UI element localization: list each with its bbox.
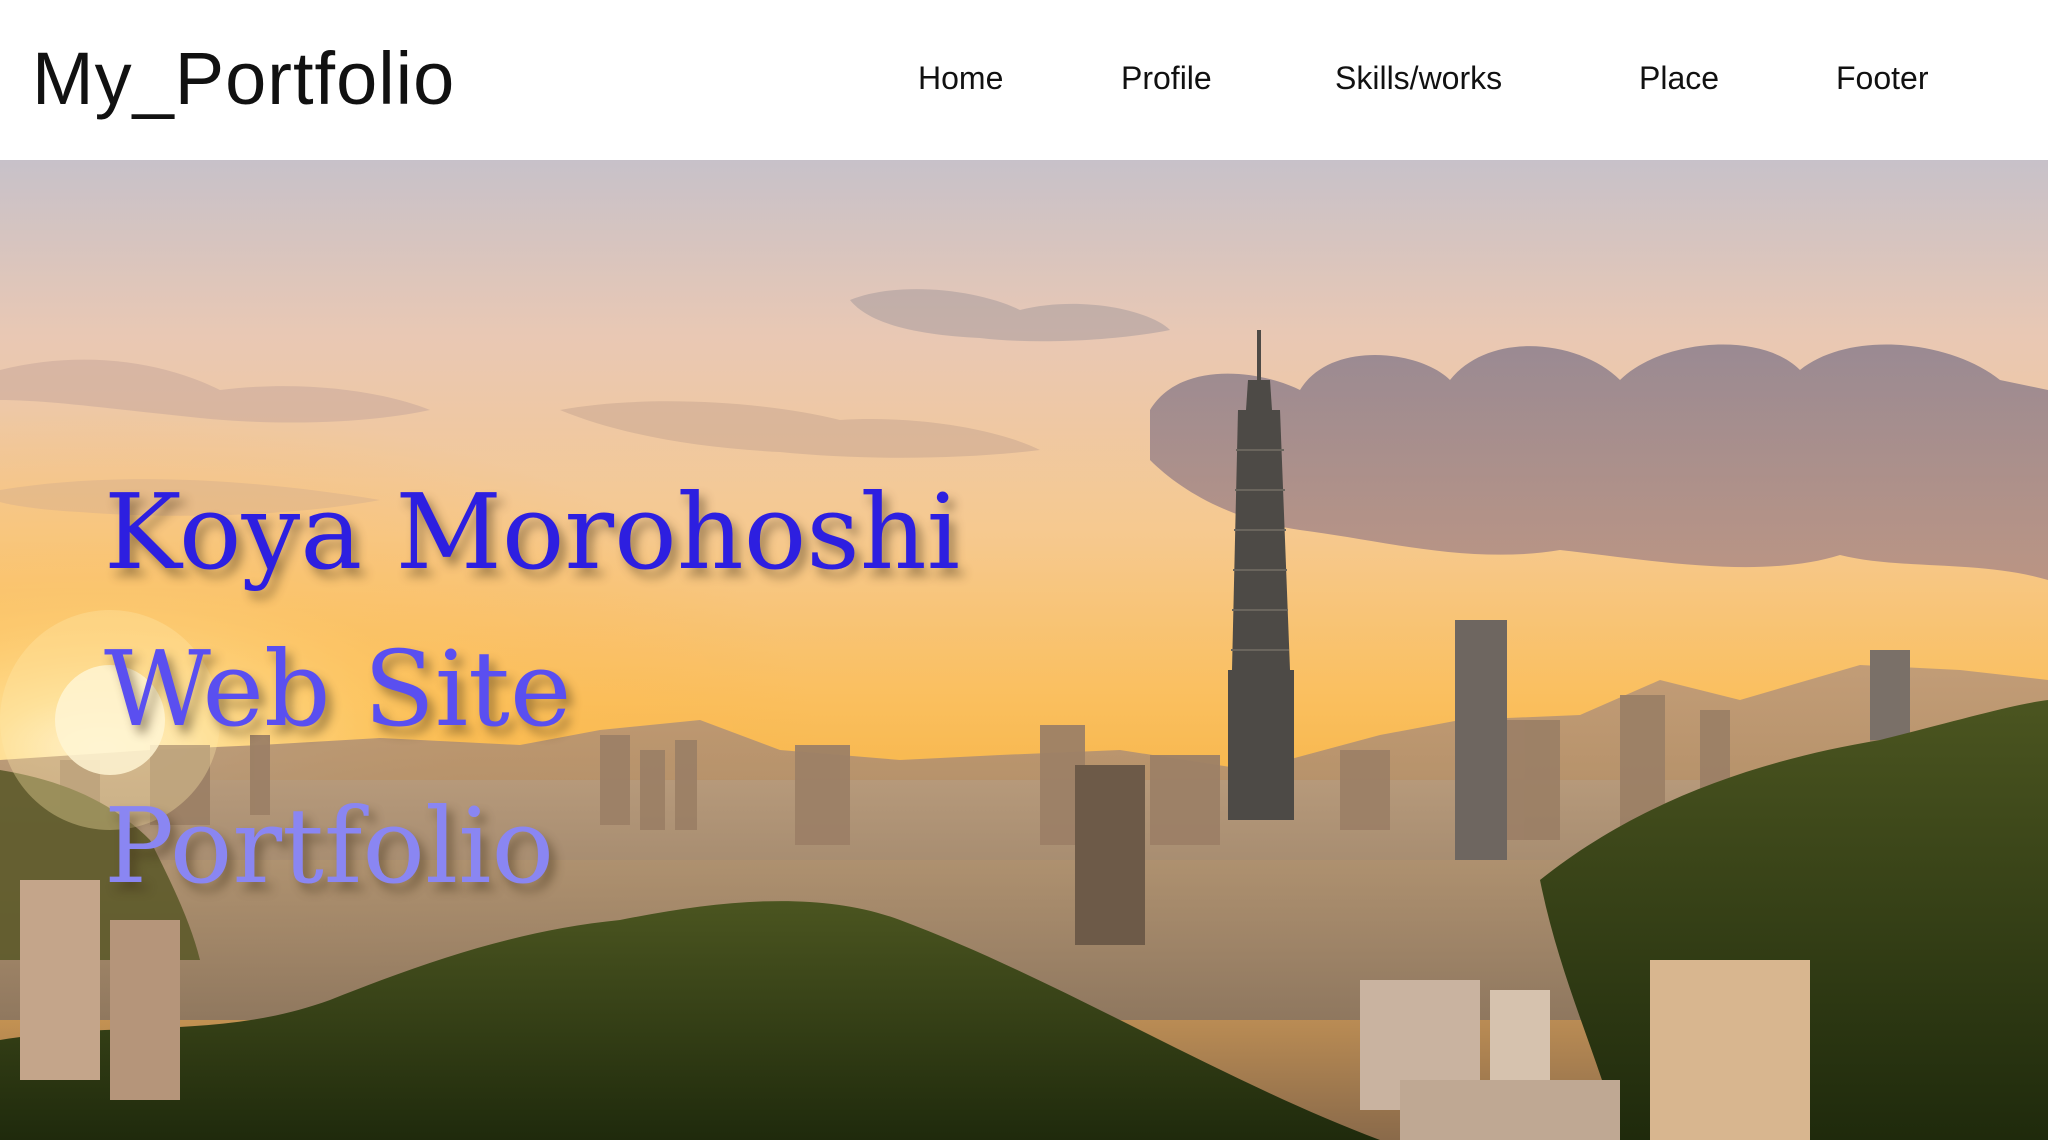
hero-title-name: Koya Morohoshi xyxy=(104,471,960,593)
nav-link-footer[interactable]: Footer xyxy=(1836,56,1928,100)
hero-title-web-site: Web Site xyxy=(104,628,572,750)
nav-link-home[interactable]: Home xyxy=(918,56,1003,100)
nav-link-profile[interactable]: Profile xyxy=(1121,56,1212,100)
nav-link-skills-works[interactable]: Skills/works xyxy=(1335,56,1502,100)
main-nav: Home Profile Skills/works Place Footer xyxy=(0,56,2048,100)
hero-title-portfolio: Portfolio xyxy=(104,785,555,907)
hero-section: Koya Morohoshi Web Site Portfolio xyxy=(0,160,2048,1140)
nav-link-place[interactable]: Place xyxy=(1639,56,1719,100)
site-header: My_Portfolio Home Profile Skills/works P… xyxy=(0,0,2048,160)
